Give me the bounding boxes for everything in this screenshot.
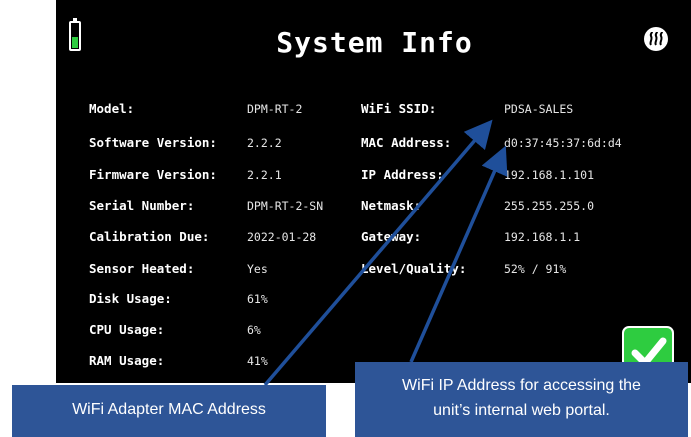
- wifi-ssid-label: WiFi SSID:: [361, 101, 437, 116]
- sensor-heated-value: Yes: [247, 262, 268, 276]
- sensor-heater-icon[interactable]: [644, 27, 668, 51]
- model-value: DPM-RT-2: [247, 102, 303, 116]
- firmware-version-value: 2.2.1: [247, 168, 282, 182]
- netmask-label: Netmask:: [361, 198, 422, 213]
- cpu-usage-label: CPU Usage:: [89, 322, 165, 337]
- cpu-usage-value: 6%: [247, 323, 261, 337]
- gateway-value: 192.168.1.1: [504, 230, 581, 244]
- serial-number-label: Serial Number:: [89, 198, 195, 213]
- ip-address-value: 192.168.1.101: [504, 168, 595, 182]
- level-quality-value: 52% / 91%: [504, 262, 567, 276]
- wifi-ssid-value: PDSA-SALES: [504, 102, 574, 116]
- ip-address-label: IP Address:: [361, 167, 444, 182]
- netmask-value: 255.255.255.0: [504, 199, 595, 213]
- sensor-heated-label: Sensor Heated:: [89, 261, 195, 276]
- calibration-due-value: 2022-01-28: [247, 230, 317, 244]
- disk-usage-label: Disk Usage:: [89, 291, 172, 306]
- gateway-label: Gateway:: [361, 229, 422, 244]
- mac-address-callout: WiFi Adapter MAC Address: [12, 385, 326, 437]
- model-label: Model:: [89, 101, 135, 116]
- firmware-version-label: Firmware Version:: [89, 167, 217, 182]
- level-quality-label: Level/Quality:: [361, 261, 467, 276]
- ram-usage-value: 41%: [247, 354, 268, 368]
- software-version-value: 2.2.2: [247, 136, 282, 150]
- calibration-due-label: Calibration Due:: [89, 229, 210, 244]
- serial-number-value: DPM-RT-2-SN: [247, 199, 324, 213]
- mac-address-value: d0:37:45:37:6d:d4: [504, 136, 622, 150]
- software-version-label: Software Version:: [89, 135, 217, 150]
- ip-callout-line-2: unit’s internal web portal.: [433, 402, 610, 419]
- ip-callout-line-1: WiFi IP Address for accessing the: [402, 377, 641, 394]
- mac-address-label: MAC Address:: [361, 135, 452, 150]
- ram-usage-label: RAM Usage:: [89, 353, 165, 368]
- disk-usage-value: 61%: [247, 292, 268, 306]
- ip-address-callout: WiFi IP Address for accessing the unit’s…: [355, 362, 688, 437]
- device-screen: System Info Model: DPM-RT-2 Software Ver…: [56, 0, 691, 383]
- page-title: System Info: [276, 26, 473, 59]
